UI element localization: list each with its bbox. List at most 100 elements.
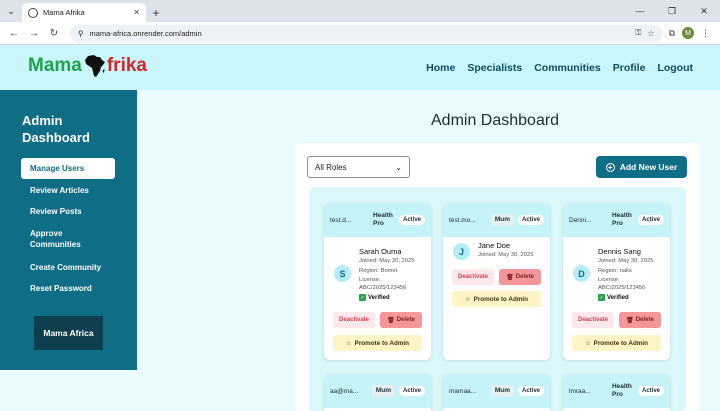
user-card: Denni... Health Pro Active D Dennis Sang…	[563, 203, 670, 360]
promote-label: Promote to Admin	[354, 339, 409, 347]
tab-title: Mama Afrika	[43, 8, 85, 17]
forward-icon[interactable]: →	[24, 23, 44, 43]
user-role-badge: Mum	[371, 385, 395, 397]
user-joined: Joined: May 30, 2025	[359, 258, 415, 264]
sidebar-item-create-community[interactable]: Create Community	[21, 262, 115, 273]
user-card-body: J Jane Doe Joined: May 30, 2025 Deactiva…	[443, 237, 550, 360]
user-card: aa@ma... Mum Active	[324, 374, 431, 411]
nav-specialists[interactable]: Specialists	[467, 62, 522, 74]
verified-label: Verified	[368, 294, 390, 301]
menu-dots-icon[interactable]: ⋮	[701, 28, 710, 39]
sidebar-brand-badge: Mama Africa	[34, 316, 103, 350]
user-joined: Joined: May 30, 2025	[598, 258, 654, 264]
user-license: License: ABC/2025/123456	[359, 277, 407, 291]
user-card-header: mamaa... Mum Active	[443, 374, 550, 408]
browser-tab-bar: ⌄ Mama Afrika ✕ + — ❐ ✕	[0, 0, 720, 22]
promote-to-admin-button[interactable]: ☆ Promote to Admin	[452, 291, 541, 307]
user-card-header: Denni... Health Pro Active	[563, 203, 670, 237]
browser-tab[interactable]: Mama Afrika ✕	[22, 3, 146, 22]
verified-badge: ✓ Verified	[359, 294, 390, 301]
bookmark-star-icon[interactable]: ☆	[647, 29, 654, 38]
minimize-icon[interactable]: —	[624, 0, 656, 22]
user-joined: Joined: May 30, 2025	[478, 252, 534, 258]
deactivate-button[interactable]: Deactivate	[572, 312, 614, 328]
restore-icon[interactable]: ❐	[656, 0, 688, 22]
user-card-header: aa@ma... Mum Active	[324, 374, 431, 408]
status-badge: Active	[637, 215, 664, 225]
delete-label: Delete	[396, 317, 415, 323]
trash-icon: 🗑	[387, 317, 395, 324]
sidebar-item-approve-communities[interactable]: Approve Communities	[21, 228, 91, 250]
delete-label: Delete	[635, 317, 654, 323]
user-role-badge: Mum	[490, 385, 514, 397]
nav-home[interactable]: Home	[426, 62, 455, 74]
promote-to-admin-button[interactable]: ☆ Promote to Admin	[572, 335, 661, 351]
main-nav: Home Specialists Communities Profile Log…	[426, 62, 693, 74]
site-navbar: Mama frika Home Specialists Communities …	[0, 45, 720, 90]
nav-communities[interactable]: Communities	[534, 62, 601, 74]
admin-sidebar: Admin Dashboard Manage Users Review Arti…	[0, 90, 137, 370]
avatar: J	[453, 243, 470, 260]
check-icon: ✓	[598, 294, 605, 301]
plus-circle-icon: +	[605, 162, 615, 172]
sidebar-item-manage-users[interactable]: Manage Users	[21, 158, 115, 179]
delete-button[interactable]: 🗑 Delete	[380, 312, 422, 328]
nav-profile[interactable]: Profile	[613, 62, 646, 74]
sidebar-item-review-articles[interactable]: Review Articles	[21, 185, 115, 196]
user-name: Dennis Sang	[598, 247, 641, 256]
globe-icon	[28, 7, 38, 18]
status-badge: Active	[398, 386, 425, 396]
status-badge: Active	[637, 386, 664, 396]
user-card-header: lmraa... Health Pro Active	[563, 374, 670, 408]
user-card-header: test.d... Health Pro Active	[324, 203, 431, 237]
promote-to-admin-button[interactable]: ☆ Promote to Admin	[333, 335, 422, 351]
close-window-icon[interactable]: ✕	[688, 0, 720, 22]
back-icon[interactable]: ←	[4, 23, 24, 43]
africa-map-icon	[84, 55, 105, 77]
profile-avatar[interactable]: M	[682, 27, 694, 39]
address-bar-row: ← → ↻ ⚲ mama-africa.onrender.com/admin ⚿…	[0, 22, 720, 45]
extensions-icon[interactable]: ⧉	[669, 28, 675, 39]
verified-badge: ✓ Verified	[598, 294, 629, 301]
sidebar-item-reset-password[interactable]: Reset Password	[21, 283, 115, 294]
url-text[interactable]: mama-africa.onrender.com/admin	[90, 29, 630, 38]
user-email: test.mo...	[449, 216, 476, 224]
key-icon[interactable]: ⚿	[635, 28, 641, 38]
deactivate-button[interactable]: Deactivate	[333, 312, 375, 328]
status-badge: Active	[517, 386, 544, 396]
sidebar-item-review-posts[interactable]: Review Posts	[21, 206, 115, 217]
user-card-body: S Sarah Ouma Joined: May 30, 2025 Region…	[324, 237, 431, 360]
role-filter-value: All Roles	[315, 162, 347, 172]
user-card: test.mo... Mum Active J Jane Doe Joined:…	[443, 203, 550, 360]
site-logo[interactable]: Mama frika	[28, 54, 147, 78]
delete-button[interactable]: 🗑 Delete	[619, 312, 661, 328]
user-email: Denni...	[569, 216, 592, 224]
close-tab-icon[interactable]: ✕	[133, 8, 140, 17]
avatar: D	[573, 265, 590, 282]
reload-icon[interactable]: ↻	[44, 23, 64, 43]
nav-logout[interactable]: Logout	[657, 62, 693, 74]
tab-search-icon[interactable]: ⌄	[0, 0, 22, 22]
role-filter-select[interactable]: All Roles ⌄	[307, 156, 410, 178]
promote-label: Promote to Admin	[473, 295, 528, 303]
user-email: aa@ma...	[330, 387, 359, 395]
new-tab-button[interactable]: +	[146, 3, 166, 22]
promote-label: Promote to Admin	[593, 339, 648, 347]
user-card: lmraa... Health Pro Active	[563, 374, 670, 411]
user-email: mamaa...	[449, 387, 477, 395]
add-new-user-button[interactable]: + Add New User	[596, 156, 687, 178]
deactivate-button[interactable]: Deactivate	[452, 269, 494, 285]
site-info-icon[interactable]: ⚲	[78, 29, 84, 38]
user-role-badge: Mum	[490, 214, 514, 226]
delete-button[interactable]: 🗑 Delete	[499, 269, 541, 285]
sidebar-title: Admin Dashboard	[22, 113, 90, 145]
logo-text-mama: Mama	[28, 55, 82, 76]
status-badge: Active	[517, 215, 544, 225]
trash-icon: 🗑	[626, 317, 634, 324]
delete-label: Delete	[515, 274, 534, 280]
url-bar[interactable]: ⚲ mama-africa.onrender.com/admin ⚿ ☆	[70, 24, 663, 42]
star-icon: ☆	[346, 339, 352, 347]
trash-icon: 🗑	[506, 274, 514, 281]
user-role-badge: Health Pro	[372, 212, 393, 227]
user-license: License: ABC/2025/123456	[598, 277, 646, 291]
